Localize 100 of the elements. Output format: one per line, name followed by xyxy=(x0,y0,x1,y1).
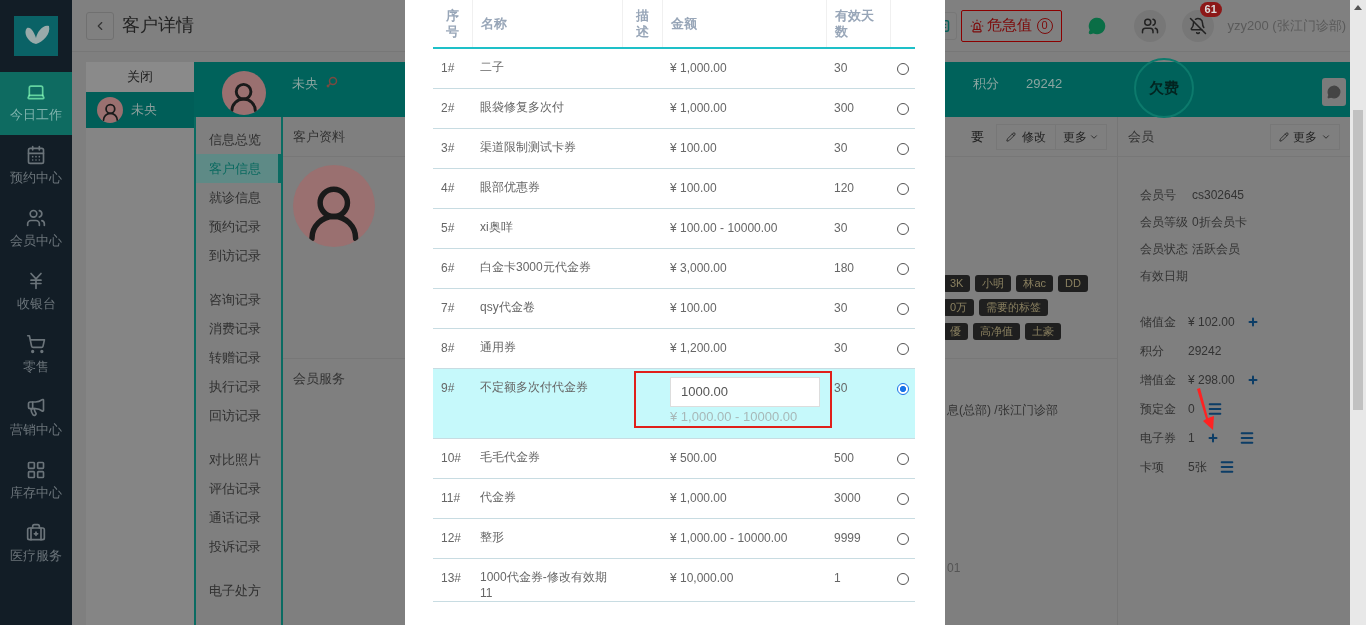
medkit-icon xyxy=(26,523,46,544)
customer-tab[interactable]: 未央 xyxy=(86,92,194,128)
menu-icon[interactable] xyxy=(1218,459,1235,475)
plus-icon[interactable] xyxy=(1206,432,1219,444)
nav-item[interactable]: 今日工作 xyxy=(0,72,72,135)
side-menu-item[interactable]: 信息总览 xyxy=(196,125,281,154)
side-menu-item[interactable]: 转赠记录 xyxy=(196,343,281,372)
close-button[interactable]: 关闭 xyxy=(86,62,194,92)
nav-item[interactable]: 收银台 xyxy=(0,261,72,324)
customer-name: 未央 xyxy=(292,75,318,93)
column-header: 名称 xyxy=(472,0,622,48)
nav-item[interactable]: 库存中心 xyxy=(0,450,72,513)
voucher-row[interactable]: 1# 二子 ¥ 1,000.00 30 xyxy=(433,48,915,88)
more-button[interactable]: 更多 xyxy=(1270,123,1340,150)
side-menu-item[interactable]: 对比照片 xyxy=(196,445,281,474)
side-menu-item[interactable]: 到访记录 xyxy=(196,241,281,270)
table-cell: qsy代金卷 xyxy=(472,288,622,328)
field-value: 活跃会员 xyxy=(1192,241,1240,258)
table-cell: 30 xyxy=(826,288,890,328)
radio-button[interactable] xyxy=(896,382,909,395)
voucher-row[interactable]: 2# 眼袋修复多次付 ¥ 1,000.00 300 xyxy=(433,88,915,128)
tag: 優 xyxy=(943,323,968,340)
side-menu-item[interactable]: 投诉记录 xyxy=(196,532,281,561)
siren-icon xyxy=(969,18,984,33)
table-cell: 毛毛代金券 xyxy=(472,438,622,478)
cart-icon xyxy=(26,334,46,355)
table-cell: 6# xyxy=(433,248,472,288)
alert-button[interactable]: 危急值 0 xyxy=(960,9,1062,42)
gender-icon xyxy=(326,76,338,88)
nav-item[interactable]: 医疗服务 xyxy=(0,513,72,576)
table-cell: 5# xyxy=(433,208,472,248)
table-cell: 通用券 xyxy=(472,328,622,368)
field-label: 会员等级 xyxy=(1140,214,1189,231)
scrollbar[interactable] xyxy=(1350,0,1366,625)
side-menu-item[interactable]: 通话记录 xyxy=(196,503,281,532)
tag: DD xyxy=(1058,275,1088,292)
field-label: 会员号 xyxy=(1140,187,1177,204)
nav-item[interactable]: 营销中心 xyxy=(0,387,72,450)
table-cell: ¥ 100.00 - 10000.00 xyxy=(670,220,778,235)
table-cell: 30 xyxy=(826,128,890,168)
field-value: 1 xyxy=(1188,430,1195,447)
table-cell: 500 xyxy=(826,438,890,478)
stamp-text: 欠费 xyxy=(1149,77,1179,98)
voucher-row[interactable]: 7# qsy代金卷 ¥ 100.00 30 xyxy=(433,288,915,328)
column-header: 金额 xyxy=(662,0,826,48)
field-label: 卡项 xyxy=(1140,459,1165,476)
table-cell: ¥ 1,200.00 xyxy=(670,340,727,355)
more-button[interactable]: 更多 xyxy=(1056,123,1107,150)
voucher-row[interactable]: 8# 通用券 ¥ 1,200.00 30 xyxy=(433,328,915,368)
field-label: 电子券 xyxy=(1140,430,1177,447)
tag: 高净值 xyxy=(973,323,1020,340)
table-cell: ¥ 100.00 xyxy=(670,180,717,195)
voucher-row[interactable]: 11# 代金券 ¥ 1,000.00 3000 xyxy=(433,478,915,518)
table-cell: 12# xyxy=(433,518,472,558)
side-menu-item[interactable]: 咨询记录 xyxy=(196,285,281,314)
side-menu-item[interactable]: 电子处方 xyxy=(196,576,281,605)
scroll-up-icon[interactable] xyxy=(1354,5,1362,10)
side-menu-item[interactable]: 消费记录 xyxy=(196,314,281,343)
field-value: ¥ 298.00 xyxy=(1188,372,1235,389)
voucher-row[interactable]: 10# 毛毛代金券 ¥ 500.00 500 xyxy=(433,438,915,478)
column-header: 有效天数 xyxy=(826,0,890,48)
voucher-row[interactable]: 12# 整形 ¥ 1,000.00 - 10000.00 9999 xyxy=(433,518,915,558)
side-menu-item[interactable]: 预约记录 xyxy=(196,212,281,241)
tag: 需要的标签 xyxy=(979,299,1049,316)
nav-item[interactable]: 会员中心 xyxy=(0,198,72,261)
side-menu-item[interactable]: 回访记录 xyxy=(196,401,281,430)
tag: 林ac xyxy=(1016,275,1054,292)
table-cell: ¥ 10,000.00 xyxy=(670,570,734,585)
table-cell: 1000代金券-修改有效期11 xyxy=(472,558,622,601)
table-cell: ¥ 3,000.00 xyxy=(670,260,727,275)
table-cell: ¥ 100.00 xyxy=(670,140,717,155)
menu-icon[interactable] xyxy=(1206,401,1223,417)
side-menu-item[interactable]: 执行记录 xyxy=(196,372,281,401)
menu-icon[interactable] xyxy=(1238,430,1255,446)
voucher-row[interactable]: 4# 眼部优惠券 ¥ 100.00 120 xyxy=(433,168,915,208)
voucher-row[interactable]: 13# 1000代金券-修改有效期11 ¥ 10,000.00 1 xyxy=(433,558,915,601)
side-menu-item[interactable]: 就诊信息 xyxy=(196,183,281,212)
edit-button[interactable]: 修改 xyxy=(996,123,1056,150)
plus-icon[interactable] xyxy=(1246,374,1259,386)
plus-icon[interactable] xyxy=(1246,316,1259,328)
table-cell: 不定额多次付代金券 xyxy=(472,368,622,438)
voucher-row[interactable]: 5# xi奥咩 ¥ 100.00 - 10000.00 30 xyxy=(433,208,915,248)
bell-off-icon xyxy=(1188,16,1207,35)
table-cell: 180 xyxy=(826,248,890,288)
side-menu-item[interactable]: 评估记录 xyxy=(196,474,281,503)
voucher-row[interactable]: 3# 渠道限制测试卡券 ¥ 100.00 30 xyxy=(433,128,915,168)
table-cell: 二子 xyxy=(472,48,622,88)
field-label: 有效日期 xyxy=(1140,268,1189,285)
amount-input[interactable]: 1000.00 xyxy=(670,376,820,407)
table-cell: 1# xyxy=(433,48,472,88)
voucher-row[interactable]: 6# 白金卡3000元代金券 ¥ 3,000.00 180 xyxy=(433,248,915,288)
megaphone-icon xyxy=(26,397,46,418)
tag: 小明 xyxy=(975,275,1012,292)
nav-item[interactable]: 零售 xyxy=(0,324,72,387)
table-cell: 4# xyxy=(433,168,472,208)
table-cell: 整形 xyxy=(472,518,622,558)
nav-item[interactable]: 预约中心 xyxy=(0,135,72,198)
logo-icon xyxy=(14,16,58,56)
table-cell: 30 xyxy=(826,328,890,368)
users-icon xyxy=(26,208,46,229)
